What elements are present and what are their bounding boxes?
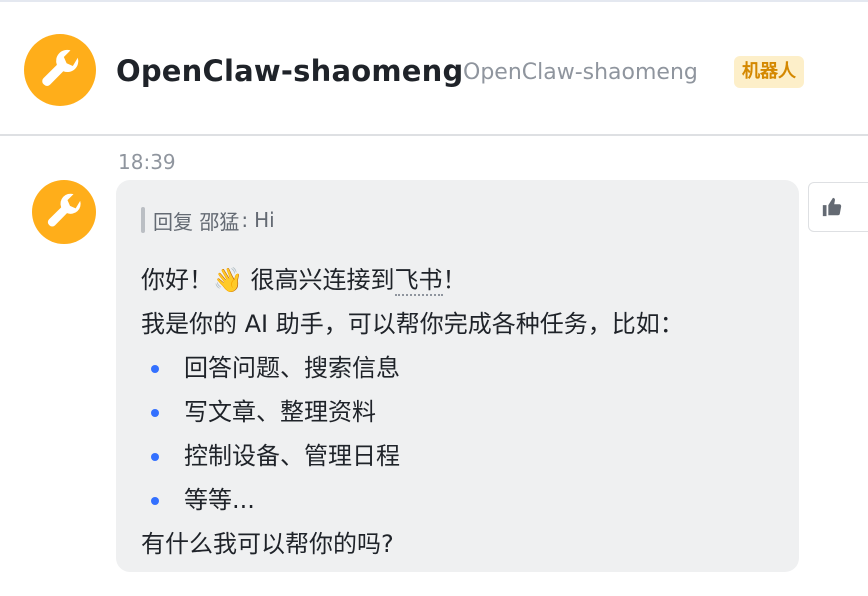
feishu-link[interactable]: 飞书 <box>394 268 443 296</box>
message-avatar[interactable] <box>32 180 96 244</box>
reply-prefix: 回复 邵猛 <box>153 209 240 234</box>
message-content: 你好！👋 很高兴连接到飞书！ 我是你的 AI 助手，可以帮你完成各种任务，比如：… <box>141 258 775 566</box>
greeting-line: 你好！👋 很高兴连接到飞书！ <box>141 258 775 302</box>
list-item: 回答问题、搜索信息 <box>141 346 775 390</box>
reply-quote[interactable]: 回复 邵猛 : Hi <box>141 204 775 236</box>
reply-text: Hi <box>254 208 275 232</box>
greeting-end: ！ <box>442 266 467 294</box>
message-timestamp: 18:39 <box>118 150 176 174</box>
list-item: 控制设备、管理日程 <box>141 434 775 478</box>
chat-title: OpenClaw-shaomeng <box>116 54 464 88</box>
like-button[interactable] <box>808 182 868 232</box>
intro-line: 我是你的 AI 助手，可以帮你完成各种任务，比如： <box>141 310 684 338</box>
closing-line: 有什么我可以帮你的吗? <box>141 530 394 558</box>
list-item: 写文章、整理资料 <box>141 390 775 434</box>
thumbs-up-icon <box>822 197 842 217</box>
task-list: 回答问题、搜索信息 写文章、整理资料 控制设备、管理日程 等等... <box>141 346 775 522</box>
reply-separator: : <box>241 208 249 232</box>
wrench-icon <box>42 49 79 86</box>
bot-badge: 机器人 <box>734 56 804 88</box>
bot-avatar[interactable] <box>24 34 96 106</box>
greeting-start: 你好！👋 很高兴连接到 <box>141 266 395 294</box>
chat-subtitle: OpenClaw-shaomeng <box>463 60 698 85</box>
reply-bar <box>141 207 145 233</box>
wrench-icon <box>47 193 81 227</box>
message-bubble[interactable]: 回复 邵猛 : Hi 你好！👋 很高兴连接到飞书！ 我是你的 AI 助手，可以帮… <box>116 180 799 572</box>
list-item: 等等... <box>141 478 775 522</box>
chat-header: OpenClaw-shaomeng OpenClaw-shaomeng 机器人 <box>0 0 868 136</box>
